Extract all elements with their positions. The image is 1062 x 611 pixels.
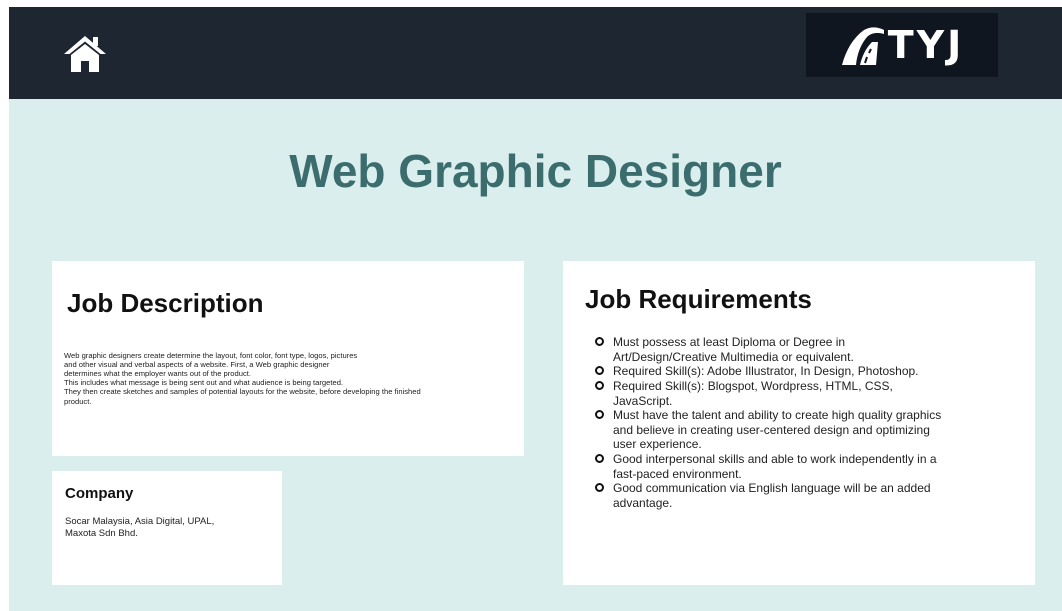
description-line: product. bbox=[64, 396, 92, 406]
requirement-line: fast-paced environment. bbox=[613, 466, 742, 481]
requirement-line: and believe in creating user-centered de… bbox=[613, 422, 930, 437]
description-line: They then create sketches and samples of… bbox=[64, 387, 421, 397]
requirement-line: Must have the talent and ability to crea… bbox=[613, 408, 942, 423]
requirement-line: Art/Design/Creative Multimedia or equiva… bbox=[613, 349, 854, 364]
description-line: Web graphic designers create determine t… bbox=[64, 351, 358, 360]
job-description-card: Job Description Web graphic designers cr… bbox=[52, 261, 524, 456]
requirement-line: Required Skill(s): Blogspot, Wordpress, … bbox=[613, 378, 893, 393]
company-heading: Company bbox=[65, 485, 134, 502]
requirement-line: Good communication via English language … bbox=[613, 481, 931, 496]
road-icon bbox=[841, 27, 884, 65]
bullet-icon bbox=[595, 337, 604, 346]
requirement-line: JavaScript. bbox=[613, 393, 673, 408]
bullet-icon bbox=[595, 366, 604, 376]
job-requirements-heading: Job Requirements bbox=[585, 284, 812, 314]
company-text: Socar Malaysia, Asia Digital, UPAL, Maxo… bbox=[65, 516, 265, 541]
requirement-line: Good interpersonal skills and able to wo… bbox=[613, 452, 937, 466]
bullet-icon bbox=[595, 483, 604, 493]
requirement-item: Required Skill(s): Blogspot, Wordpress, … bbox=[591, 379, 971, 408]
company-line: Socar Malaysia, Asia Digital, UPAL, bbox=[65, 516, 215, 527]
requirement-line: Must possess at least Diploma or Degree … bbox=[613, 335, 846, 349]
requirements-list: Must possess at least Diploma or Degree … bbox=[591, 335, 971, 511]
description-line: This includes what message is being sent… bbox=[64, 378, 344, 388]
job-requirements-card: Job Requirements Must possess at least D… bbox=[563, 261, 1035, 585]
requirement-item: Good communication via English language … bbox=[591, 481, 971, 510]
top-bar: TYJ bbox=[9, 7, 1062, 99]
bullet-icon bbox=[595, 380, 604, 390]
description-line: and other visual and verbal aspects of a… bbox=[64, 360, 330, 370]
description-line: determines what the employer wants out o… bbox=[64, 369, 251, 379]
home-button[interactable] bbox=[59, 31, 111, 75]
page-title: Web Graphic Designer bbox=[289, 145, 782, 197]
home-icon bbox=[64, 36, 106, 72]
requirement-line: advantage. bbox=[613, 495, 673, 510]
company-line: Maxota Sdn Bhd. bbox=[65, 528, 138, 540]
requirement-line: Required Skill(s): Adobe Illustrator, In… bbox=[613, 364, 919, 379]
requirement-item: Must possess at least Diploma or Degree … bbox=[591, 335, 971, 364]
company-card: Company Socar Malaysia, Asia Digital, UP… bbox=[52, 471, 282, 585]
page-frame: TYJ Web Graphic Designer Job Description… bbox=[9, 7, 1062, 611]
logo-text: TYJ bbox=[887, 23, 965, 67]
requirement-item: Must have the talent and ability to crea… bbox=[591, 408, 971, 452]
requirement-item: Good interpersonal skills and able to wo… bbox=[591, 452, 971, 481]
requirement-item: Required Skill(s): Adobe Illustrator, In… bbox=[591, 364, 971, 379]
requirement-line: user experience. bbox=[613, 437, 702, 452]
job-description-heading: Job Description bbox=[67, 288, 264, 318]
bullet-icon bbox=[595, 410, 604, 420]
job-description-text: Web graphic designers create determine t… bbox=[64, 351, 519, 406]
company-logo: TYJ bbox=[806, 13, 998, 77]
bullet-icon bbox=[595, 454, 604, 463]
